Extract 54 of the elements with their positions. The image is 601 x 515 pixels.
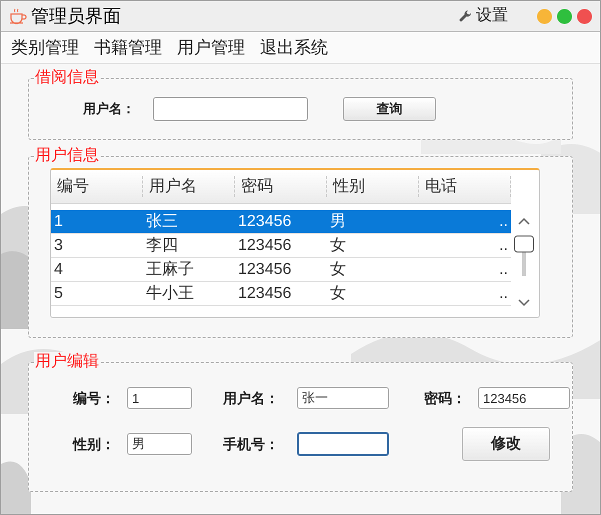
input-field[interactable]: 张一	[297, 387, 389, 409]
menu-item[interactable]: 类别管理	[11, 34, 79, 60]
input-field[interactable]	[297, 432, 389, 456]
field-label: 性别：	[73, 434, 116, 454]
maximize-button[interactable]	[557, 8, 572, 24]
edit-button[interactable]: 修改	[462, 427, 550, 461]
menu-item[interactable]: 退出系统	[260, 34, 328, 60]
table-cell-text: 123456	[237, 260, 292, 280]
table-row[interactable]: 1 张三 123456 男 ..	[51, 210, 511, 234]
table-row[interactable]: 5 牛小王 123456 女 ..	[51, 282, 511, 306]
table-cell-text: 王麻子	[145, 260, 195, 280]
column-header[interactable]: 密码	[235, 176, 327, 197]
table-cell-text: 女	[329, 236, 347, 256]
table-row[interactable]: 3 李四 123456 女 ..	[51, 234, 511, 258]
window-title: 管理员界面	[31, 4, 121, 28]
cup-icon	[9, 7, 27, 25]
table-cell-text: 123456	[237, 236, 292, 256]
column-header[interactable]: 电话	[419, 176, 511, 197]
wrench-icon	[459, 10, 472, 22]
input-field[interactable]: 123456	[478, 387, 570, 409]
table-cell-text: 3	[53, 236, 64, 256]
minimize-button[interactable]	[537, 8, 552, 24]
field-label: 编号：	[73, 388, 116, 408]
field-label: 用户名：	[223, 388, 280, 408]
menu-item[interactable]: 用户管理	[177, 34, 245, 60]
input-field[interactable]	[153, 97, 308, 121]
table-row[interactable]: 4 王麻子 123456 女 ..	[51, 258, 511, 282]
settings-button[interactable]: 设置	[459, 4, 508, 28]
table-cell-text: ..	[498, 212, 509, 232]
field-label: 手机号：	[223, 434, 280, 454]
table-cell-text: 123456	[237, 284, 292, 304]
table-cell-text: 4	[53, 260, 64, 280]
column-header[interactable]: 用户名	[143, 176, 235, 197]
table-cell-text: 牛小王	[145, 284, 195, 304]
menu-item[interactable]: 书籍管理	[94, 34, 162, 60]
table-cell-text: 123456	[237, 212, 292, 232]
table-cell-text: 女	[329, 284, 347, 304]
table-cell-text: 张三	[145, 212, 179, 232]
table-cell-text: 女	[329, 260, 347, 280]
table-cell-text: 李四	[145, 236, 179, 256]
field-label: 密码：	[424, 388, 467, 408]
query-button[interactable]: 查询	[343, 97, 436, 121]
column-header[interactable]: 性别	[327, 176, 419, 197]
input-field[interactable]: 1	[127, 387, 192, 409]
table-cell-text: 男	[329, 212, 347, 232]
table-cell-text: 1	[53, 212, 64, 232]
table-cell-text: ..	[498, 284, 509, 304]
input-field[interactable]: 男	[127, 433, 192, 455]
field-label: 用户名：	[83, 100, 136, 118]
close-button[interactable]	[577, 8, 592, 24]
table-cell-text: ..	[498, 236, 509, 256]
table-cell-text: 5	[53, 284, 64, 304]
column-header[interactable]: 编号	[51, 176, 143, 197]
table-cell-text: ..	[498, 260, 509, 280]
